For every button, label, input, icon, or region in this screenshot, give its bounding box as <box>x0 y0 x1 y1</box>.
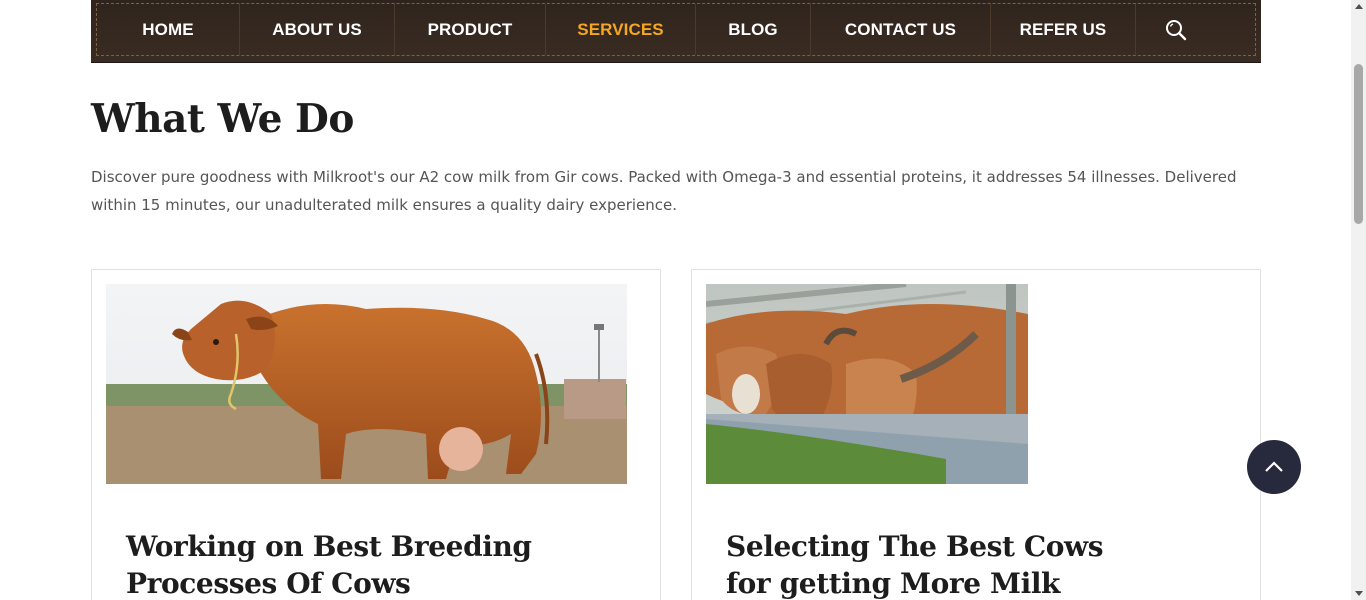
nav-item-home[interactable]: HOME <box>97 4 240 55</box>
scroll-to-top-button[interactable] <box>1247 440 1301 494</box>
scrollbar-thumb[interactable] <box>1354 64 1363 224</box>
main-navbar: HOME ABOUT US PRODUCT SERVICES BLOG CONT… <box>91 0 1261 63</box>
scroll-up-arrow-icon[interactable] <box>1355 4 1363 9</box>
intro-paragraph: Discover pure goodness with Milkroot's o… <box>91 168 1237 214</box>
page-title: What We Do <box>91 96 354 142</box>
service-card-selection[interactable]: Selecting The Best Cows for getting More… <box>691 269 1261 600</box>
card-title[interactable]: Working on Best Breeding Processes Of Co… <box>126 528 546 600</box>
nav-item-refer-us[interactable]: REFER US <box>991 4 1136 55</box>
chevron-up-icon <box>1265 461 1283 472</box>
nav-item-blog[interactable]: BLOG <box>696 4 811 55</box>
nav-item-product[interactable]: PRODUCT <box>395 4 546 55</box>
card-title[interactable]: Selecting The Best Cows for getting More… <box>726 528 1146 600</box>
scroll-down-arrow-icon[interactable] <box>1355 591 1363 596</box>
service-card-breeding[interactable]: Working on Best Breeding Processes Of Co… <box>91 269 661 600</box>
search-icon <box>1166 19 1187 40</box>
card-image-red-cow <box>106 284 627 484</box>
card-image-cows-feeding <box>706 284 1028 484</box>
navbar-inner: HOME ABOUT US PRODUCT SERVICES BLOG CONT… <box>96 3 1256 56</box>
nav-item-services[interactable]: SERVICES <box>546 4 696 55</box>
nav-search-button[interactable] <box>1136 4 1216 55</box>
nav-item-about-us[interactable]: ABOUT US <box>240 4 395 55</box>
page-scrollbar[interactable] <box>1351 0 1366 600</box>
nav-item-contact-us[interactable]: CONTACT US <box>811 4 991 55</box>
